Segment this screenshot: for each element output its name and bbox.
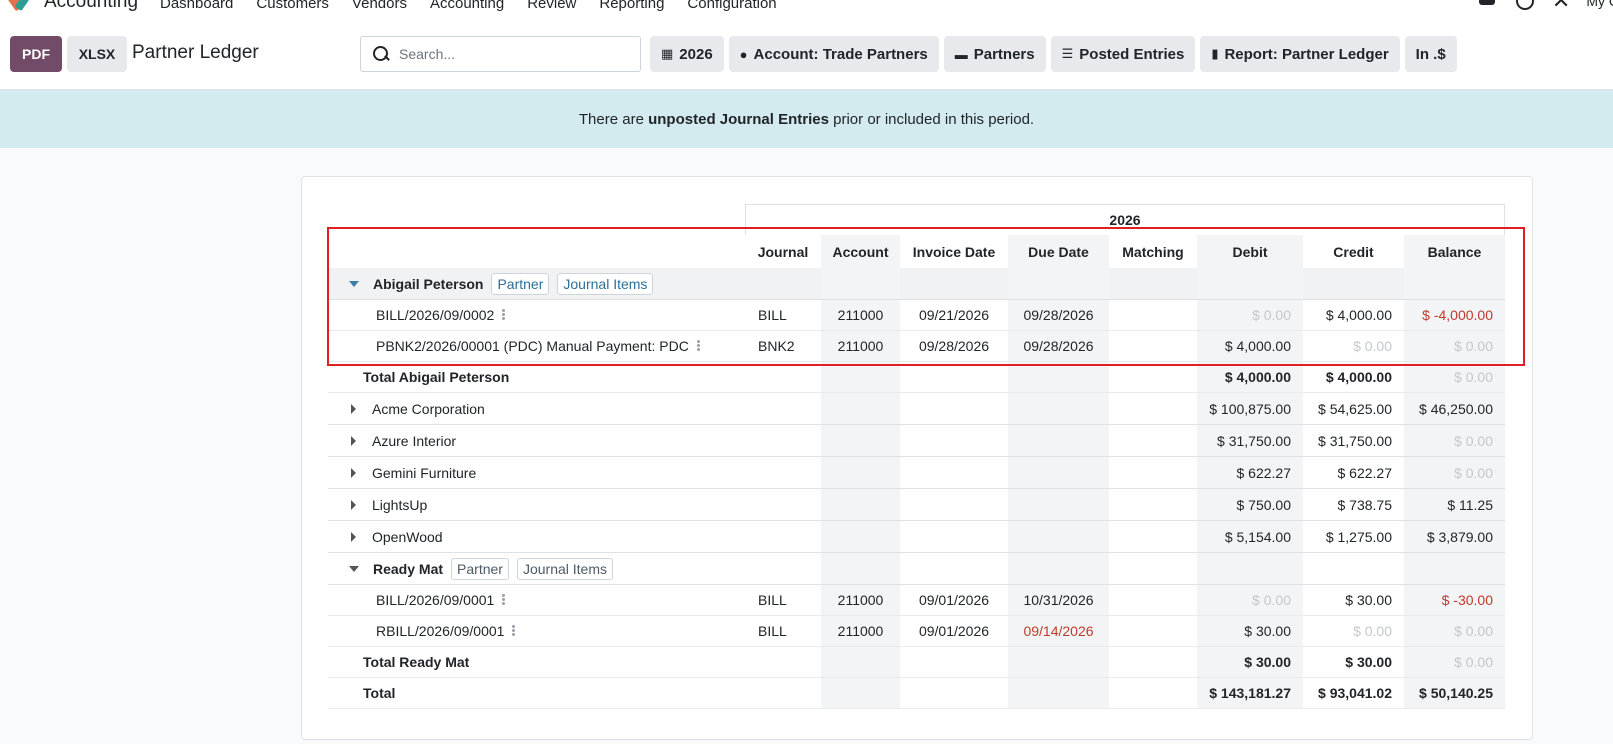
- partner-total-row: Total Ready Mat $ 30.00 $ 30.00 $ 0.00: [328, 647, 1505, 678]
- entry-ref[interactable]: RBILL/2026/09/0001: [376, 623, 504, 639]
- col-debit: Debit: [1197, 235, 1303, 268]
- col-account: Account: [821, 235, 900, 268]
- page-title: Partner Ledger: [132, 42, 259, 63]
- app-brand[interactable]: Accounting: [5, 0, 139, 14]
- entry-ref[interactable]: PBNK2/2026/00001 (PDC) Manual Payment: P…: [376, 338, 689, 354]
- caret-right-icon[interactable]: [351, 467, 356, 478]
- menu-reporting[interactable]: Reporting: [599, 0, 664, 12]
- filter-currency[interactable]: In .$: [1404, 36, 1457, 72]
- table-row[interactable]: RBILL/2026/09/0001 BILL 211000 09/01/202…: [328, 616, 1505, 647]
- kebab-menu-icon[interactable]: [512, 625, 516, 637]
- filter-posted-entries[interactable]: ☰ Posted Entries: [1050, 36, 1196, 72]
- kebab-menu-icon[interactable]: [502, 594, 506, 606]
- col-balance: Balance: [1404, 235, 1505, 268]
- filter-partners[interactable]: ▬ Partners: [943, 36, 1046, 72]
- period-header: 2026: [745, 204, 1505, 235]
- table-row[interactable]: BILL/2026/09/0001 BILL 211000 09/01/2026…: [328, 585, 1505, 616]
- partner-name: Ready Mat: [373, 560, 444, 577]
- partner-row-openwood[interactable]: OpenWood $ 5,154.00 $ 1,275.00 $ 3,879.0…: [328, 521, 1505, 553]
- top-navbar: Accounting Dashboard Customers Vendors A…: [0, 0, 1613, 14]
- book-icon: ▮: [1211, 46, 1219, 61]
- report-card: 2026 Journal Account Invoice Date Due Da…: [301, 176, 1533, 740]
- close-icon[interactable]: ✕: [1552, 0, 1570, 12]
- col-due-date: Due Date: [1008, 235, 1109, 268]
- partner-row-ready-mat[interactable]: Ready Mat Partner Journal Items: [328, 553, 1505, 585]
- xlsx-button[interactable]: XLSX: [67, 36, 127, 72]
- partner-row-gemini-furniture[interactable]: Gemini Furniture $ 622.27 $ 622.27 $ 0.0…: [328, 457, 1505, 489]
- partner-row-abigail-peterson[interactable]: Abigail Peterson Partner Journal Items: [328, 268, 1505, 300]
- filter-date[interactable]: ▦ 2026: [650, 36, 724, 72]
- partner-name: Abigail Peterson: [373, 275, 484, 292]
- grand-total-row: Total $ 143,181.27 $ 93,041.02 $ 50,140.…: [328, 678, 1505, 709]
- menu-review[interactable]: Review: [527, 0, 576, 12]
- caret-right-icon[interactable]: [351, 435, 356, 446]
- col-credit: Credit: [1333, 243, 1374, 260]
- search-input[interactable]: [399, 46, 629, 62]
- user-icon: ●: [739, 46, 748, 62]
- control-panel: PDF XLSX Partner Ledger ▦2026 ●Account: …: [0, 14, 1613, 90]
- menu-dashboard[interactable]: Dashboard: [160, 0, 233, 12]
- overdue-date: 09/14/2026: [1008, 616, 1109, 646]
- pdf-button[interactable]: PDF: [10, 36, 62, 72]
- entry-ref[interactable]: BILL/2026/09/0002: [376, 307, 494, 323]
- filter-account[interactable]: ● Account: Trade Partners: [728, 36, 939, 72]
- journal-items-tag-button[interactable]: Journal Items: [516, 557, 613, 580]
- menu-vendors[interactable]: Vendors: [352, 0, 407, 12]
- col-journal: Journal: [757, 243, 809, 260]
- kebab-menu-icon[interactable]: [696, 340, 700, 352]
- app-name: Accounting: [44, 0, 139, 12]
- main-menu: Dashboard Customers Vendors Accounting R…: [160, 0, 800, 12]
- table-row[interactable]: PBNK2/2026/00001 (PDC) Manual Payment: P…: [328, 331, 1505, 362]
- caret-down-icon[interactable]: [349, 280, 359, 287]
- filter-bar: ▦ 2026 ● Account: Trade Partners ▬ Partners…: [650, 36, 1457, 72]
- partner-row-lightsup[interactable]: LightsUp $ 750.00 $ 738.75 $ 11.25: [328, 489, 1505, 521]
- partner-row-acme-corporation[interactable]: Acme Corporation $ 100,875.00 $ 54,625.0…: [328, 393, 1505, 425]
- col-invoice-date: Invoice Date: [912, 243, 996, 260]
- caret-down-icon[interactable]: [349, 565, 359, 572]
- calendar-icon: ▦: [661, 46, 674, 61]
- unposted-warning-banner: There are unposted Journal Entries prior…: [0, 90, 1613, 148]
- accounting-app-icon: [5, 0, 32, 14]
- caret-right-icon[interactable]: [351, 531, 356, 542]
- filter-report[interactable]: ▮ Report: Partner Ledger: [1200, 36, 1400, 72]
- entry-ref[interactable]: BILL/2026/09/0001: [376, 592, 494, 608]
- search-box[interactable]: [360, 36, 641, 72]
- column-header-row: Journal Account Invoice Date Due Date Ma…: [328, 235, 1505, 268]
- messages-icon[interactable]: [1476, 0, 1498, 12]
- menu-configuration[interactable]: Configuration: [687, 0, 776, 12]
- sliders-icon: ☰: [1061, 46, 1074, 61]
- partner-total-row: Total Abigail Peterson $ 4,000.00 $ 4,00…: [328, 362, 1505, 393]
- unposted-entries-link[interactable]: unposted Journal Entries: [648, 111, 829, 128]
- user-menu[interactable]: My C: [1586, 0, 1613, 9]
- partner-tag-button[interactable]: Partner: [491, 272, 550, 295]
- journal-items-tag-button[interactable]: Journal Items: [557, 272, 654, 295]
- menu-accounting[interactable]: Accounting: [430, 0, 504, 12]
- partner-tag-button[interactable]: Partner: [451, 557, 509, 580]
- folder-icon: ▬: [954, 46, 968, 62]
- partner-row-azure-interior[interactable]: Azure Interior $ 31,750.00 $ 31,750.00 $…: [328, 425, 1505, 457]
- caret-right-icon[interactable]: [351, 499, 356, 510]
- menu-customers[interactable]: Customers: [256, 0, 329, 12]
- systray: ✕ My C: [1476, 0, 1613, 12]
- table-row[interactable]: BILL/2026/09/0002 BILL 211000 09/21/2026…: [328, 300, 1505, 331]
- activity-icon[interactable]: [1514, 0, 1536, 12]
- col-matching: Matching: [1122, 243, 1184, 260]
- caret-right-icon[interactable]: [351, 403, 356, 414]
- kebab-menu-icon[interactable]: [502, 309, 506, 321]
- search-icon: [373, 46, 389, 62]
